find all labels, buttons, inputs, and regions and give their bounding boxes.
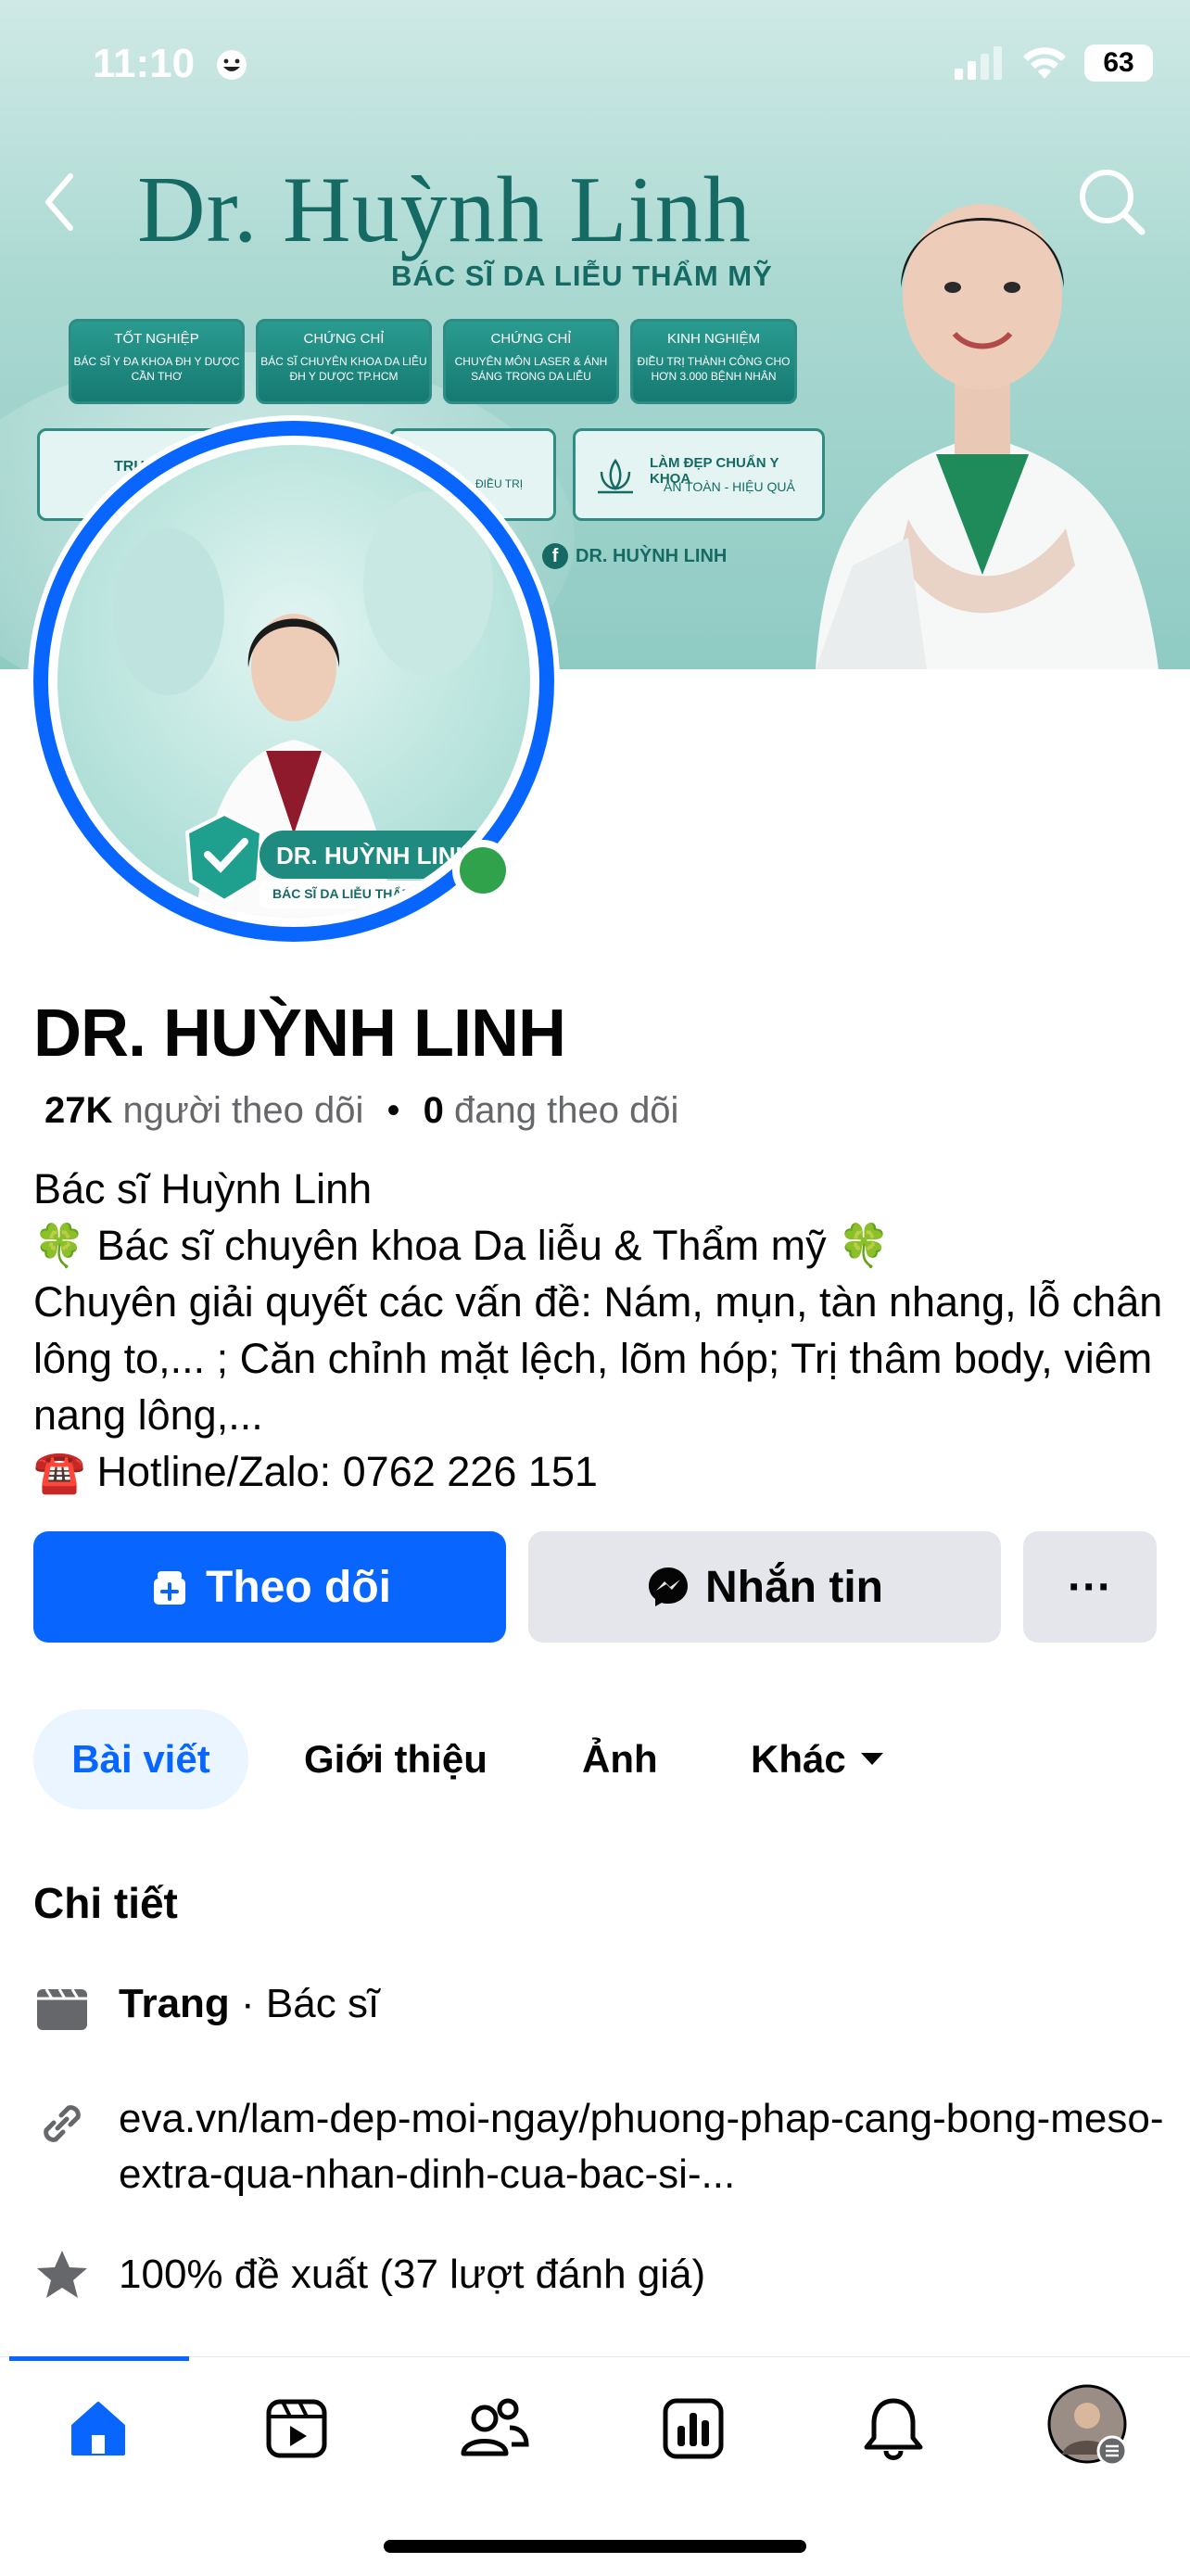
following-label: đang theo dõi [454,1090,679,1131]
followers-count: 27K [44,1090,113,1131]
following-count: 0 [423,1090,444,1131]
avatar-badge-name: DR. HUỲNH LINH [276,842,474,869]
bio-line: ☎️ Hotline/Zalo: 0762 226 151 [33,1448,598,1495]
card-heading: CHỨNG CHỈ [303,331,385,347]
cover-card-7: LÀM ĐẸP CHUẨN Y KHOA AN TOÀN - HIỆU QUẢ [573,428,825,521]
page-title: DR. HUỲNH LINH [33,996,566,1071]
tab-label: Bài viết [71,1737,210,1781]
tab-about[interactable]: Giới thiệu [304,1709,487,1809]
card-body: BÁC SĨ CHUYÊN KHOA DA LIỄU ĐH Y DƯỢC TP.… [260,355,427,383]
website-link[interactable]: eva.vn/lam-dep-moi-ngay/phuong-phap-cang… [119,2091,1166,2202]
status-time: 11:10 [93,41,196,86]
tab-label: Ảnh [582,1737,658,1781]
lotus-icon [598,458,633,494]
category-value: · Bác sĩ [229,1981,380,2026]
caret-down-icon [860,1753,883,1765]
cover-card-3: CHỨNG CHỈ CHUYÊN MÔN LASER & ÁNH SÁNG TR… [443,319,619,404]
card-heading: KINH NGHIỆM [666,331,760,347]
nav-home[interactable] [61,2392,135,2466]
smiley-icon [217,50,247,80]
message-button[interactable]: Nhắn tin [528,1531,1001,1643]
tab-posts[interactable]: Bài viết [33,1709,248,1809]
nav-video[interactable] [260,2392,334,2466]
follow-button-label: Theo dõi [206,1562,391,1612]
video-icon [266,2399,327,2458]
nav-friends[interactable] [458,2392,532,2466]
battery-indicator: 63 [1084,44,1153,82]
tab-photos[interactable]: Ảnh [582,1709,658,1809]
follow-icon [154,1571,186,1605]
tab-label: Giới thiệu [304,1737,487,1781]
wifi-icon [1023,47,1066,79]
card-heading: CHỨNG CHỈ [490,331,572,347]
cover-card-4: KINH NGHIỆM ĐIỀU TRỊ THÀNH CÔNG CHO HƠN … [630,319,797,404]
messenger-icon [649,1567,688,1606]
message-button-label: Nhắn tin [705,1562,883,1612]
friends-icon [461,2398,529,2456]
link-icon [44,2105,81,2142]
bio-line: Bác sĩ Huỳnh Linh [33,1165,373,1212]
star-icon [37,2251,87,2298]
online-status-indicator [452,840,513,901]
tab-label: Khác [751,1737,846,1781]
nav-dashboard[interactable] [656,2392,730,2466]
cover-card-2: CHỨNG CHỈ BÁC SĨ CHUYÊN KHOA DA LIỄU ĐH … [256,319,432,404]
profile-bio: Bác sĩ Huỳnh Linh 🍀 Bác sĩ chuyên khoa D… [33,1161,1164,1500]
card-heading: TỐT NGHIỆP [114,331,199,347]
rating-text[interactable]: 100% đề xuất (37 lượt đánh giá) [119,2247,705,2303]
back-arrow-icon[interactable] [41,172,78,232]
cover-facebook-tag: f DR. HUỲNH LINH [542,543,727,569]
more-options-button[interactable]: ··· [1023,1531,1157,1643]
details-title: Chi tiết [33,1879,178,1927]
search-icon[interactable] [1077,167,1147,237]
cover-card-1: TỐT NGHIỆP BÁC SĨ Y ĐA KHOA ĐH Y DƯỢC CẦ… [69,319,245,404]
avatar-badge-sub: BÁC SĨ DA LIỄU THẨM MỸ [272,886,437,901]
followers-label: người theo dõi [122,1090,364,1131]
follow-button[interactable]: Theo dõi [33,1531,506,1643]
card-body: BÁC SĨ Y ĐA KHOA ĐH Y DƯỢC CẦN THƠ [73,355,240,383]
detail-rating-row[interactable]: 100% đề xuất (37 lượt đánh giá) [33,2247,705,2303]
home-icon [71,2402,125,2455]
status-icons: 63 [953,44,1153,82]
card-body: ĐIỀU TRỊ [475,477,524,490]
profile-picture[interactable]: DR. HUỲNH LINH BÁC SĨ DA LIỄU THẨM MỸ [57,445,530,918]
signal-icon [955,46,1002,80]
active-tab-indicator [9,2356,189,2361]
nav-menu[interactable] [1047,2384,1131,2468]
bell-icon [864,2398,923,2460]
facebook-icon: f [542,543,568,569]
tab-more[interactable]: Khác [751,1709,885,1809]
detail-category-row: Trang · Bác sĩ [33,1976,379,2037]
nav-notifications[interactable] [856,2392,930,2466]
bio-line: Chuyên giải quyết các vấn đề: Nám, mụn, … [33,1278,1163,1439]
cover-facebook-tag-text: DR. HUỲNH LINH [576,545,728,566]
detail-link-row[interactable]: eva.vn/lam-dep-moi-ngay/phuong-phap-cang… [33,2091,1166,2202]
card-body: AN TOÀN - HIỆU QUẢ [664,479,795,494]
card-body: CHUYÊN MÔN LASER & ÁNH SÁNG TRONG DA LIỄ… [454,355,608,383]
page-flag-icon [37,1988,87,2030]
bio-line: 🍀 Bác sĩ chuyên khoa Da liễu & Thẩm mỹ 🍀 [33,1222,891,1269]
more-icon: ··· [1068,1562,1112,1612]
card-body: ĐIỀU TRỊ THÀNH CÔNG CHO HƠN 3.000 BỆNH N… [637,355,791,383]
cover-title: Dr. Huỳnh Linh [137,158,752,262]
profile-avatar [1047,2384,1128,2467]
cover-subtitle: BÁC SĨ DA LIỄU THẨM MỸ [391,260,773,292]
dashboard-icon [663,2398,724,2459]
home-indicator [384,2540,806,2553]
follow-stats[interactable]: 27K người theo dõi • 0 đang theo dõi [44,1090,678,1132]
category-type: Trang [119,1981,230,2026]
stats-separator: • [386,1090,400,1131]
